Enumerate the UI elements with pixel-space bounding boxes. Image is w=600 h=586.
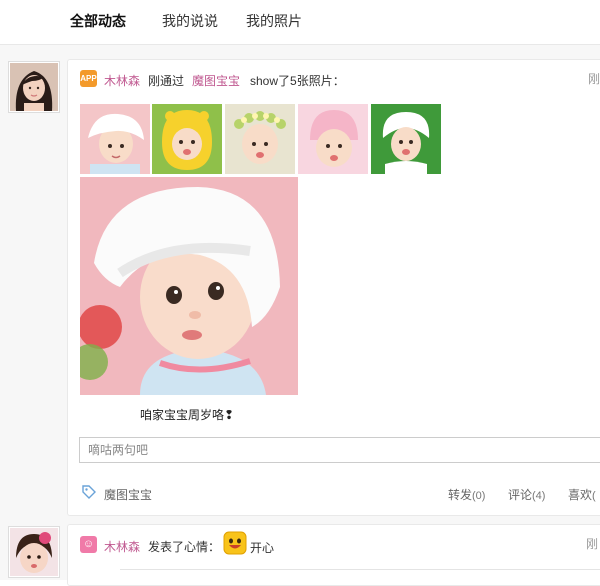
comment-button[interactable]: 评论(4) <box>508 486 545 503</box>
app-tag-label[interactable]: 魔图宝宝 <box>104 486 152 503</box>
tag-icon <box>82 485 96 502</box>
post-divider <box>120 569 600 570</box>
author-avatar[interactable] <box>8 61 60 113</box>
tab-my-posts[interactable]: 我的说说 <box>162 11 218 31</box>
baby-photo-icon <box>225 104 295 174</box>
baby-photo-icon <box>80 104 150 174</box>
post-author-name[interactable]: 木林森 <box>104 538 140 555</box>
baby-photo-icon <box>80 177 298 395</box>
post-action-text: show了5张照片： <box>250 74 345 88</box>
like-button[interactable]: 喜欢( <box>568 486 596 503</box>
forward-button[interactable]: 转发(0) <box>448 486 485 503</box>
post-timestamp: 刚 <box>586 537 599 551</box>
mood-label: 开心 <box>250 541 275 555</box>
photo-caption: 咱家宝宝周岁咯❢ <box>140 408 235 422</box>
tab-all-activity[interactable]: 全部动态 <box>70 11 126 31</box>
mood-app-icon: ☺ <box>80 536 97 553</box>
feed-tab-bar: 全部动态 我的说说 我的照片 <box>0 0 600 45</box>
post-timestamp: 刚 <box>588 72 600 86</box>
photo-thumbnail-1[interactable] <box>80 104 150 174</box>
photo-thumbnail-2[interactable] <box>152 104 222 174</box>
photo-thumbnail-5[interactable] <box>371 104 441 174</box>
woman-portrait-icon <box>10 63 58 111</box>
expanded-photo[interactable] <box>80 177 298 395</box>
baby-photo-icon <box>371 104 441 174</box>
tab-my-photos[interactable]: 我的照片 <box>246 11 302 31</box>
baby-portrait-icon <box>10 528 58 576</box>
author-avatar[interactable] <box>8 526 60 578</box>
happy-face-icon <box>223 531 247 558</box>
post-action-text: 发表了心情： <box>148 540 221 554</box>
photo-thumbnail-4[interactable] <box>298 104 368 174</box>
app-name-link[interactable]: 魔图宝宝 <box>192 72 240 89</box>
post-author-name[interactable]: 木林森 <box>104 72 140 89</box>
reply-input[interactable] <box>79 437 600 463</box>
feed-post-card: APP 木林森 刚通过 魔图宝宝 show了5张照片： 刚 咱家宝宝周岁咯❢ 嘀… <box>67 59 600 516</box>
baby-photo-icon <box>298 104 368 174</box>
app-icon: APP <box>80 70 97 87</box>
baby-photo-icon <box>152 104 222 174</box>
photo-thumbnail-3[interactable] <box>225 104 295 174</box>
post-verb: 刚通过 <box>148 74 185 88</box>
feed-post-card: ☺ 木林森 发表了心情： 开心 刚 <box>67 524 600 586</box>
